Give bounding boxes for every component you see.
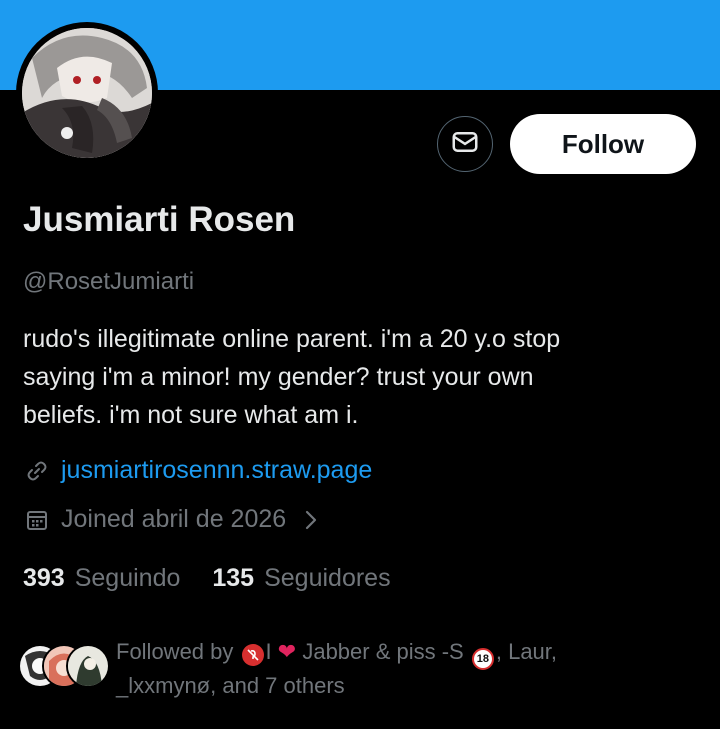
bio-line: beliefs. i'm not sure what am i. — [23, 401, 359, 429]
followers-count: 135 — [212, 564, 255, 592]
follower-avatar — [66, 644, 110, 688]
following-count: 393 — [23, 564, 65, 592]
link-icon — [23, 457, 51, 485]
heart-emoji-icon: ❤ — [277, 639, 297, 664]
chevron-right-icon — [302, 509, 320, 531]
profile-stats: 393 Seguindo 135 Seguidores — [23, 564, 423, 593]
following-label: Seguindo — [74, 564, 181, 592]
followers-label: Seguidores — [264, 564, 391, 592]
follower-avatars — [18, 640, 110, 690]
avatar-image — [22, 28, 152, 158]
followed-by-row[interactable]: Followed by I ❤ Jabber & piss -S 18, Lau… — [18, 639, 557, 702]
message-button[interactable] — [437, 116, 493, 172]
bio-line: saying i'm a minor! my gender? trust you… — [23, 363, 534, 391]
followers-stat[interactable]: 135 Seguidores — [212, 564, 390, 593]
bio-line: rudo's illegitimate online parent. i'm a… — [23, 325, 561, 353]
joined-date: Joined abril de 2026 — [61, 505, 287, 533]
followed-by-line2: _lxxmynø, and 7 others — [116, 673, 345, 698]
mail-icon — [450, 127, 480, 162]
profile-handle: @RosetJumiarti — [23, 268, 195, 295]
no-under-18-emoji-icon: 18 — [471, 648, 494, 670]
following-stat[interactable]: 393 Seguindo — [23, 564, 180, 593]
joined-row[interactable]: Joined abril de 2026 — [23, 505, 320, 534]
profile-name: Jusmiarti Rosen — [23, 200, 296, 239]
followed-by-text: Followed by I ❤ Jabber & piss -S 18, Lau… — [116, 636, 557, 702]
no-hearing-emoji-icon — [241, 644, 264, 666]
website-row: jusmiartirosennn.straw.page — [23, 456, 372, 485]
calendar-icon — [23, 506, 51, 534]
website-link[interactable]: jusmiartirosennn.straw.page — [61, 456, 372, 485]
profile-bio: rudo's illegitimate online parent. i'm a… — [23, 320, 683, 434]
profile-avatar[interactable] — [16, 22, 158, 164]
follow-button[interactable]: Follow — [510, 114, 696, 174]
